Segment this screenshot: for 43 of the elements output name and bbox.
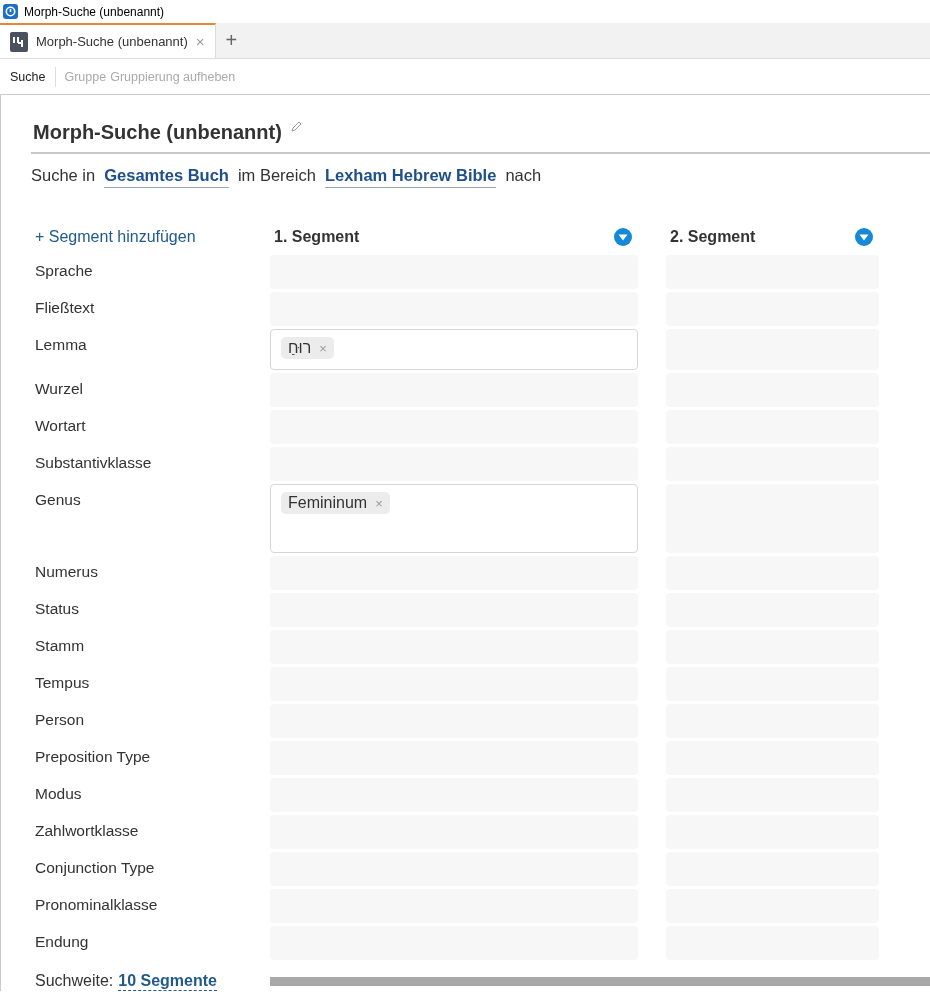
tag-text: Femininum [288, 494, 368, 512]
segment-title: 2. Segment [670, 228, 756, 246]
range-label: Suchweite: [35, 972, 114, 991]
input-field[interactable]: רוּחַ × [270, 329, 638, 370]
app-icon [3, 4, 18, 19]
field-label: Preposition Type [34, 747, 152, 767]
field-label: Conjunction Type [34, 858, 156, 878]
toolbar-button[interactable]: Suche [10, 69, 50, 84]
field-label: Sprache [34, 261, 94, 281]
field-label: Substantivklasse [34, 453, 153, 473]
range-link[interactable]: 10 Segmente [118, 972, 217, 991]
field-label: Status [34, 599, 80, 619]
segment-title: 1. Segment [274, 228, 360, 246]
field-label: Zahlwortklasse [34, 821, 140, 841]
window-title: Morph-Suche (unbenannt) [24, 4, 165, 19]
field-label: Person [34, 710, 86, 730]
field-label: Genus [34, 490, 82, 510]
scope-text: nach [505, 166, 542, 185]
scope-link[interactable]: Gesamtes Buch [104, 166, 229, 188]
search-title: Morph-Suche (unbenannt) [33, 121, 282, 144]
field-label: Wurzel [34, 379, 84, 399]
dropdown-icon[interactable] [614, 228, 632, 246]
input-field[interactable]: Femininum × [270, 484, 638, 553]
field-label: Numerus [34, 562, 99, 582]
scope-text: im Bereich [237, 166, 316, 185]
document-icon [10, 31, 28, 52]
scope-link[interactable]: Lexham Hebrew Bible [324, 166, 497, 188]
scrollbar[interactable] [270, 977, 930, 986]
pencil-icon[interactable] [289, 121, 302, 133]
dropdown-icon[interactable] [855, 228, 873, 246]
field-label: Stamm [34, 636, 86, 656]
field-label: Modus [34, 784, 83, 804]
field-label: Endung [34, 932, 90, 952]
tab[interactable]: Morph-Suche (unbenannt) × [0, 23, 216, 58]
field-label: Fließtext [34, 298, 96, 318]
new-tab-button[interactable]: + [215, 23, 248, 58]
scope-text: Suche in [31, 166, 96, 185]
field-label: Pronominalklasse [34, 895, 159, 915]
field-label: Tempus [34, 673, 91, 693]
tag-text: רוּחַ [288, 339, 312, 357]
field-label: Wortart [34, 416, 87, 436]
add-segment-link[interactable]: + Segment hinzufügen [31, 228, 270, 246]
field-label: Lemma [34, 335, 88, 355]
